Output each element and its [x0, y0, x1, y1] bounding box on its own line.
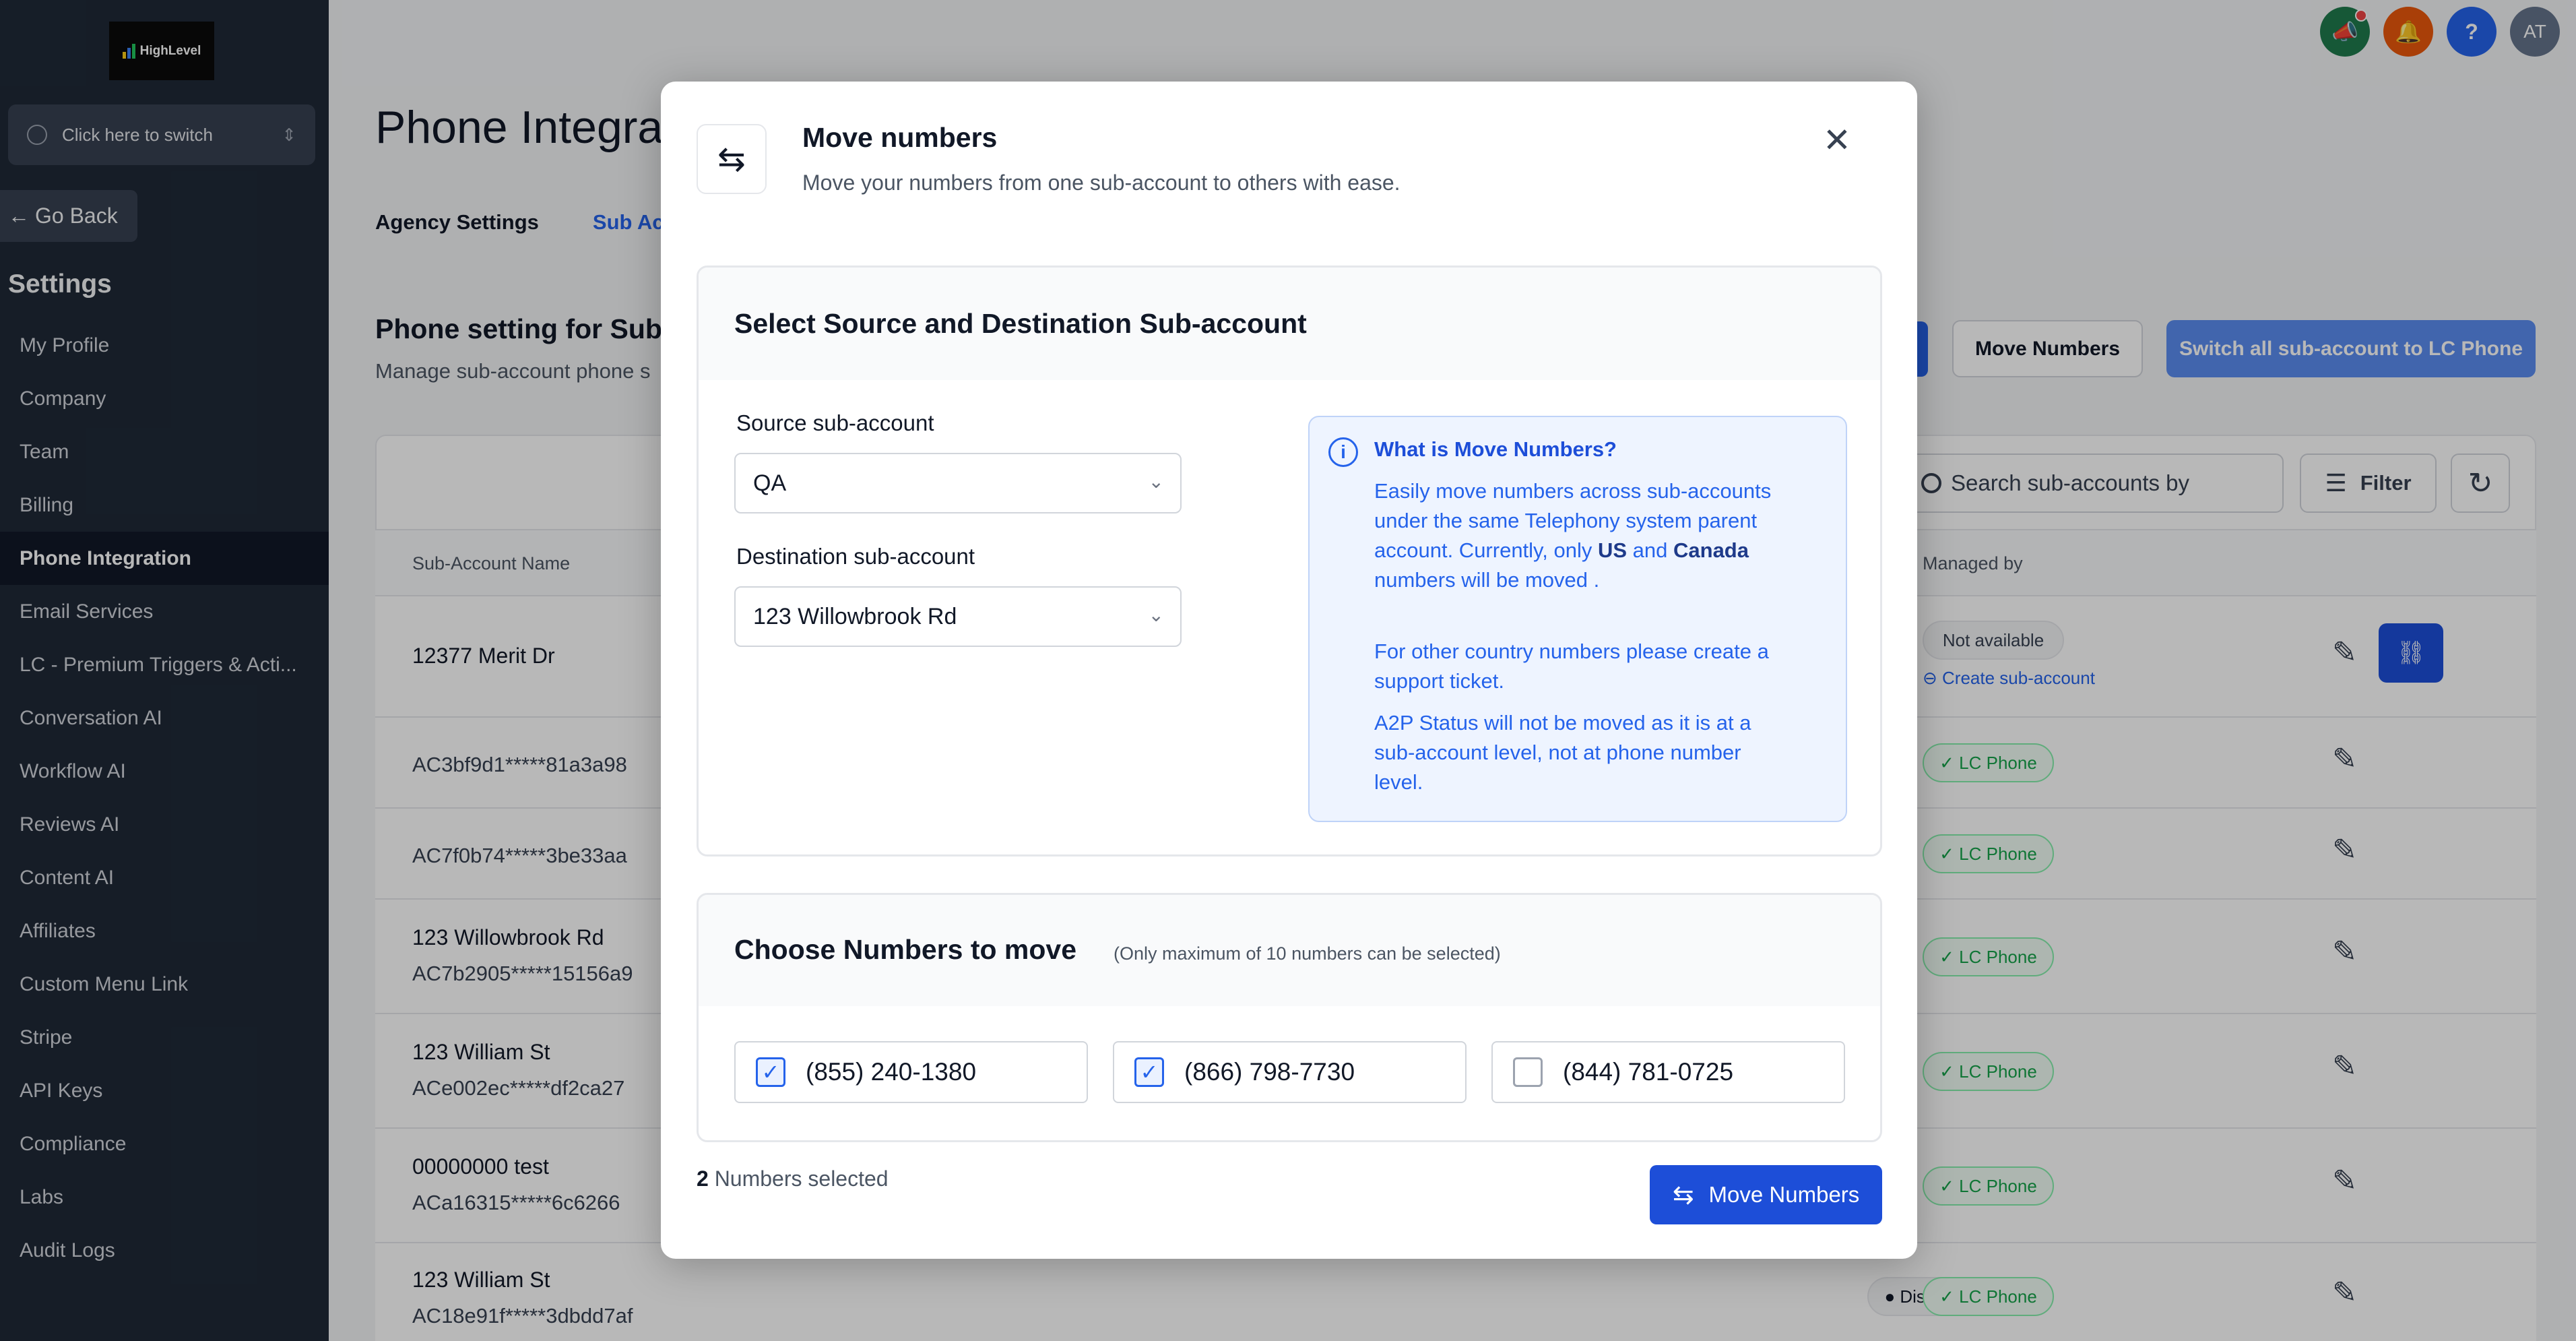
card-title: Select Source and Destination Sub-accoun…	[734, 308, 1307, 339]
move-numbers-modal: ⇆ Move numbers Move your numbers from on…	[661, 82, 1917, 1259]
info-icon: i	[1328, 437, 1358, 467]
choose-numbers-card: Choose Numbers to move (Only maximum of …	[697, 893, 1882, 1142]
checkbox-unchecked[interactable]	[1513, 1057, 1543, 1087]
chevron-down-icon: ⌄	[1148, 471, 1164, 492]
info-title: What is Move Numbers?	[1374, 437, 1617, 461]
max-note: (Only maximum of 10 numbers can be selec…	[1114, 943, 1501, 964]
phone-number: (866) 798-7730	[1184, 1058, 1355, 1086]
selected-count-number: 2	[697, 1166, 709, 1191]
number-option[interactable]: (844) 781-0725	[1491, 1041, 1845, 1103]
selected-count: 2 Numbers selected	[697, 1166, 889, 1191]
info-paragraph-2: For other country numbers please create …	[1374, 640, 1769, 693]
info-text: and	[1627, 538, 1673, 562]
card-header: Choose Numbers to move (Only maximum of …	[699, 895, 1880, 1006]
modal-title: Move numbers	[802, 122, 998, 153]
destination-label: Destination sub-account	[736, 544, 975, 569]
source-label: Source sub-account	[736, 410, 934, 435]
checkbox-checked[interactable]: ✓	[756, 1057, 785, 1087]
card-title: Choose Numbers to move	[734, 934, 1077, 965]
card-header: Select Source and Destination Sub-accoun…	[699, 268, 1880, 380]
phone-number: (855) 240-1380	[806, 1058, 977, 1086]
destination-value: 123 Willowbrook Rd	[753, 603, 957, 629]
number-option[interactable]: ✓ (866) 798-7730	[1113, 1041, 1467, 1103]
swap-arrows-icon: ⇆	[697, 124, 767, 194]
source-value: QA	[753, 470, 787, 496]
number-option[interactable]: ✓ (855) 240-1380	[734, 1041, 1088, 1103]
move-numbers-submit-button[interactable]: ⇆ Move Numbers	[1650, 1165, 1882, 1224]
selected-count-label: Numbers selected	[714, 1166, 889, 1191]
modal-subtitle: Move your numbers from one sub-account t…	[802, 170, 1400, 195]
phone-number: (844) 781-0725	[1563, 1058, 1734, 1086]
checkbox-checked[interactable]: ✓	[1134, 1057, 1164, 1087]
chevron-down-icon: ⌄	[1148, 604, 1164, 625]
swap-arrows-icon: ⇆	[1672, 1181, 1694, 1210]
info-paragraph-3: A2P Status will not be moved as it is at…	[1374, 711, 1751, 794]
info-canada: Canada	[1673, 538, 1749, 562]
info-paragraph-1: Easily move numbers across sub-accounts …	[1374, 476, 1778, 595]
info-us: US	[1597, 538, 1628, 562]
info-text: numbers will be moved .	[1374, 568, 1600, 592]
close-icon[interactable]: ✕	[1823, 121, 1851, 160]
source-select[interactable]: QA ⌄	[734, 453, 1182, 513]
destination-select[interactable]: 123 Willowbrook Rd ⌄	[734, 586, 1182, 647]
info-box: i What is Move Numbers? Easily move numb…	[1308, 416, 1847, 822]
source-destination-card: Select Source and Destination Sub-accoun…	[697, 266, 1882, 856]
move-button-label: Move Numbers	[1708, 1182, 1860, 1207]
